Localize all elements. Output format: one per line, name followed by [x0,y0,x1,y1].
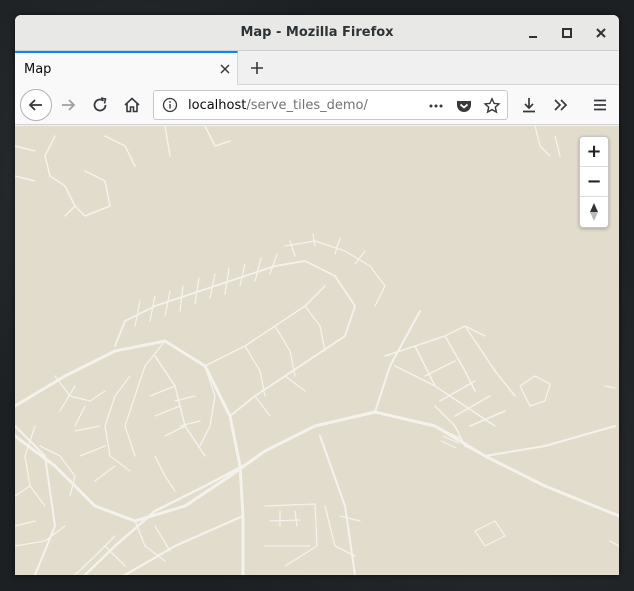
site-info-button[interactable] [162,97,178,113]
compass-icon [590,203,598,221]
star-icon [483,97,501,114]
zoom-in-button[interactable]: + [580,137,608,167]
chevrons-right-icon [554,99,568,111]
url-text[interactable]: localhost/serve_tiles_demo/ [188,98,368,113]
pocket-icon [457,101,471,112]
bookmark-button[interactable] [482,96,502,116]
info-icon [162,97,178,113]
tab-map[interactable]: Map [15,51,238,85]
home-icon [124,97,140,113]
url-path: /serve_tiles_demo/ [246,97,368,113]
reload-button[interactable] [86,91,114,119]
zoom-out-button[interactable]: − [580,167,608,197]
close-window-button[interactable] [591,23,611,43]
back-arrow-icon [28,99,42,111]
maximize-button[interactable] [557,23,577,43]
back-button[interactable] [20,89,52,121]
url-bar[interactable]: localhost/serve_tiles_demo/ [153,90,508,120]
forward-arrow-icon [62,99,76,111]
forward-button[interactable] [54,91,82,119]
maximize-icon [562,28,572,38]
home-button[interactable] [118,91,146,119]
minimize-button[interactable] [523,23,543,43]
app-menu-button[interactable] [586,91,614,119]
tab-label: Map [24,61,52,77]
close-icon [596,28,606,38]
ellipsis-icon [429,104,443,108]
close-icon [220,64,230,74]
tab-strip: Map [15,51,619,85]
overflow-button[interactable] [547,91,575,119]
reload-icon [93,97,107,112]
window-controls [523,15,611,51]
pocket-button[interactable] [454,96,474,116]
downloads-button[interactable] [515,91,543,119]
page-actions-button[interactable] [426,96,446,116]
url-host: localhost [188,97,247,113]
navigation-toolbar: localhost/serve_tiles_demo/ [15,85,619,125]
firefox-window: Map - Mozilla Firefox Map localhost/serv… [15,15,619,575]
new-tab-button[interactable] [245,56,269,80]
plus-icon [251,62,263,74]
tab-close-button[interactable] [215,59,235,79]
download-icon [523,98,535,113]
map-zoom-control: + − [579,136,609,228]
reset-north-button[interactable] [580,197,608,227]
map-viewport[interactable]: + − [15,126,619,575]
titlebar[interactable]: Map - Mozilla Firefox [15,15,619,51]
hamburger-menu-icon [594,99,606,111]
minimize-icon [529,36,537,38]
window-title: Map - Mozilla Firefox [240,25,394,40]
map-roads [15,126,619,575]
